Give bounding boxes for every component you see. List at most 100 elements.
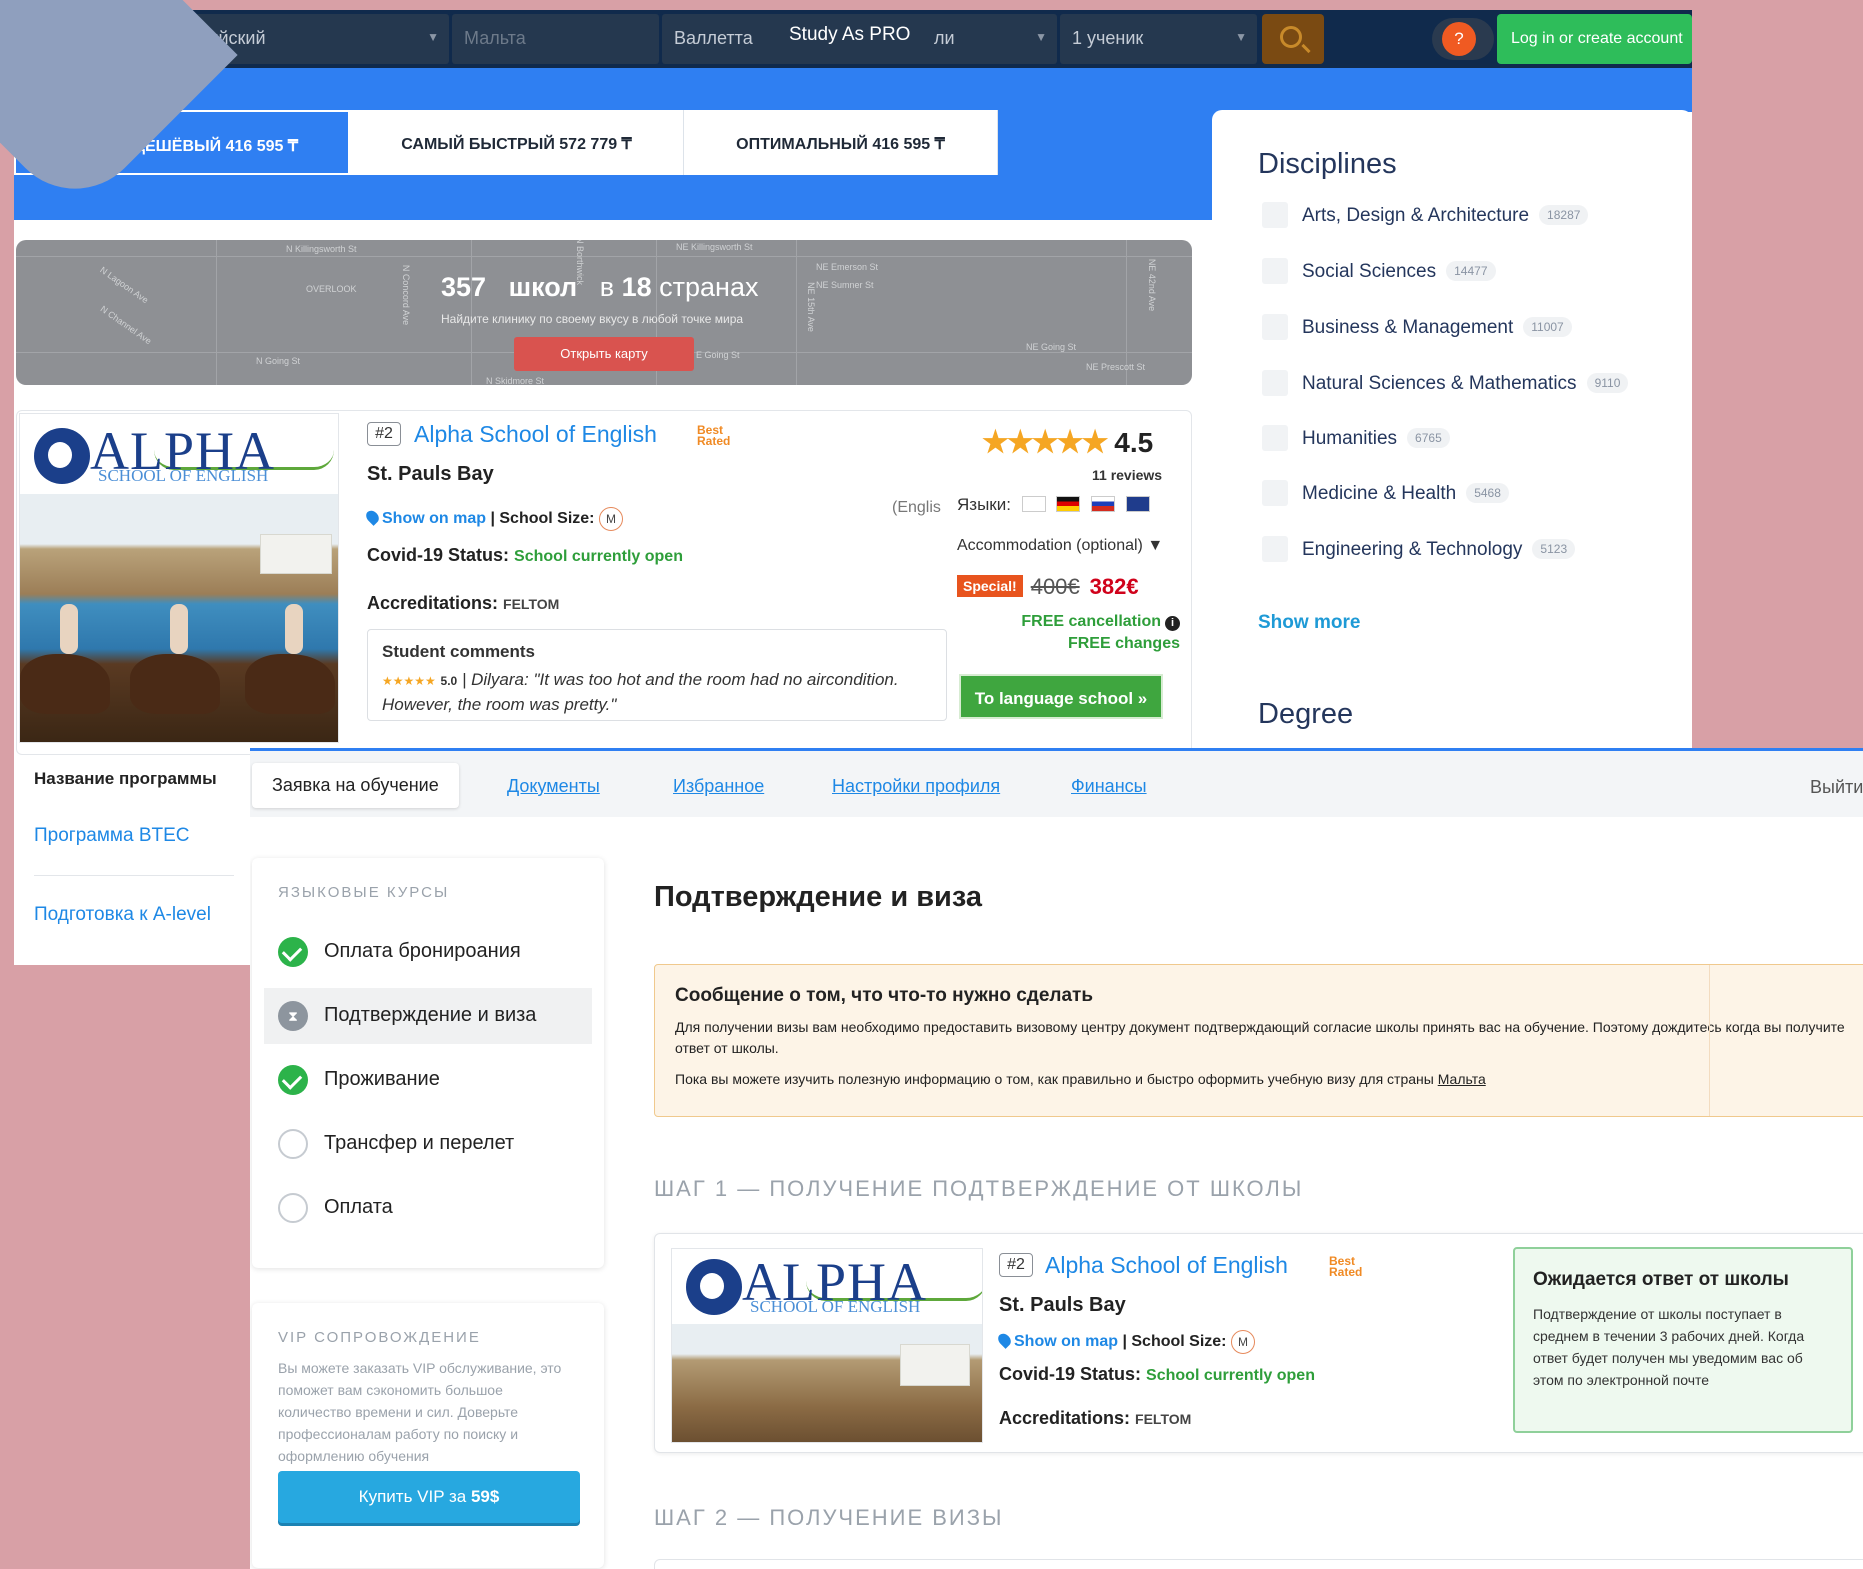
school-card: ALPHA SCHOOL OF ENGLISH #2 Alpha School … [654, 1233, 1863, 1453]
free-terms: FREE cancellation i FREE changes [1002, 611, 1180, 655]
tab-documents[interactable]: Документы [507, 776, 600, 797]
tab-optimal[interactable]: ОПТИМАЛЬНЫЙ 416 595 ₸ [684, 110, 998, 175]
chevron-down-icon: ▼ [427, 30, 439, 44]
badge-line2: Rated [697, 434, 731, 448]
malta-link[interactable]: Мальта [1438, 1071, 1486, 1087]
step-item[interactable]: Проживание [264, 1052, 592, 1108]
students-value: 1 ученик [1072, 28, 1144, 48]
page-title: Подтверждение и виза [654, 881, 983, 913]
students-select[interactable]: 1 ученик ▼ [1060, 14, 1257, 64]
school-name-link[interactable]: Alpha School of English [414, 421, 657, 448]
buy-vip-button[interactable]: Купить VIP за 59$ [278, 1471, 580, 1523]
checkbox[interactable] [1262, 536, 1288, 562]
checkbox[interactable] [1262, 425, 1288, 451]
tab-finances[interactable]: Финансы [1071, 776, 1147, 797]
country-select[interactable]: Мальта [452, 14, 659, 64]
info-icon[interactable]: i [1165, 616, 1180, 631]
discipline-label: Social Sciences [1302, 261, 1437, 282]
map-street-line [216, 240, 217, 385]
step-item[interactable]: Оплата бронироания [264, 924, 592, 980]
vip-text: Вы можете заказать VIP обслуживание, это… [278, 1360, 562, 1464]
student-comments: Student comments ★★★★★ 5.0 | Dilyara: "I… [367, 629, 947, 721]
tab-application[interactable]: Заявка на обучение [252, 763, 459, 808]
program-link[interactable]: Подготовка к A-level [34, 904, 211, 926]
step-label: Оплата бронироания [324, 940, 521, 962]
accreditations-label: Accreditations: [367, 593, 499, 613]
to-language-school-button[interactable]: To language school » [959, 674, 1163, 719]
step-label: Оплата [324, 1196, 393, 1218]
step-item[interactable]: Оплата [264, 1180, 592, 1236]
map-street-label: NE Sumner St [816, 280, 874, 290]
photo-horse [245, 654, 335, 714]
notice-title: Сообщение о том, что что-то нужно сделат… [675, 985, 1094, 1006]
show-more-link[interactable]: Show more [1258, 612, 1360, 634]
search-button[interactable] [1262, 14, 1324, 64]
tab-fastest[interactable]: САМЫЙ БЫСТРЫЙ 572 779 ₸ [350, 110, 684, 175]
discipline-item[interactable]: Business & Management 11007 [1262, 314, 1572, 342]
discipline-item[interactable]: Arts, Design & Architecture 18287 [1262, 202, 1589, 230]
step-item[interactable]: Трансфер и перелет [264, 1116, 592, 1172]
checkbox[interactable] [1262, 370, 1288, 396]
accreditations-line: Accreditations: FELTOM [367, 593, 559, 614]
in-word: в [599, 272, 615, 302]
help-toggle[interactable]: ? [1432, 18, 1494, 60]
program-link[interactable]: Программа BTEC [34, 825, 190, 847]
countries-count: 18 [621, 272, 652, 302]
covid-label: Covid-19 Status: [367, 545, 510, 565]
vip-panel: VIP СОПРОВОЖДЕНИЕ Вы можете заказать VIP… [252, 1303, 604, 1568]
show-on-map-link[interactable]: Show on map [382, 510, 486, 527]
map-headline: 357 школ в 18 странах [441, 272, 758, 303]
checkbox[interactable] [1262, 202, 1288, 228]
map-pin-icon [363, 508, 382, 526]
step-item[interactable]: ⧗ Подтверждение и виза [264, 988, 592, 1044]
map-pin-icon [995, 1331, 1014, 1349]
accreditations-line: Accreditations: FELTOM [999, 1408, 1191, 1429]
school-rank: #2 [999, 1253, 1033, 1277]
cabinet-screenshot: Заявка на обучение Документы Избранное Н… [250, 748, 1863, 1569]
school-size-label: | School Size: [1122, 1333, 1227, 1350]
checkbox[interactable] [1262, 258, 1288, 284]
school-name-link[interactable]: Alpha School of English [1045, 1252, 1288, 1279]
map-street-label: NE Emerson St [816, 262, 879, 272]
map-street-label: E Going St [696, 350, 740, 360]
chevron-down-icon: ▼ [1235, 30, 1247, 44]
awaiting-response-box: Ожидается ответ от школы Подтверждение о… [1513, 1247, 1853, 1433]
discipline-item[interactable]: Social Sciences 14477 [1262, 258, 1496, 286]
discipline-count: 18287 [1539, 205, 1589, 225]
map-street-line [16, 256, 1192, 257]
accreditations-label: Accreditations: [999, 1408, 1131, 1428]
checkbox[interactable] [1262, 314, 1288, 340]
reviews-count[interactable]: 11 reviews [1092, 467, 1162, 483]
map-street-label: OVERLOOK [306, 284, 357, 294]
awaiting-title: Ожидается ответ от школы [1533, 1269, 1789, 1290]
schools-word: школ [508, 272, 578, 302]
discipline-item[interactable]: Natural Sciences & Mathematics 9110 [1262, 370, 1629, 398]
map-street-label: N Channel Ave [98, 303, 154, 347]
discipline-item[interactable]: Medicine & Health 5468 [1262, 480, 1509, 508]
notice-text: Для получении визы вам необходимо предос… [675, 1019, 1845, 1056]
photo-rider [285, 604, 303, 654]
open-map-button[interactable]: Открыть карту [514, 337, 694, 371]
discipline-count: 5123 [1532, 539, 1576, 559]
notice-text-2: Пока вы можете изучить полезную информац… [675, 1069, 1853, 1090]
tab-profile-settings[interactable]: Настройки профиля [832, 776, 1000, 797]
discipline-count: 14477 [1446, 261, 1496, 281]
comments-title: Student comments [382, 642, 536, 661]
free-changes: FREE changes [1067, 635, 1180, 652]
school-location-line: Show on map | School Size: M [363, 507, 623, 531]
comment-text: | Dilyara: "It was too hot and the room … [382, 670, 899, 714]
rating-stars-icon: ★★★★★ [982, 426, 1108, 459]
discipline-count: 6765 [1407, 428, 1450, 448]
logout-link[interactable]: Выйти [1810, 777, 1863, 798]
accommodation-select[interactable]: Accommodation (optional) ▼ [957, 537, 1163, 555]
comment-body: ★★★★★ 5.0 | Dilyara: "It was too hot and… [382, 668, 932, 717]
school-city: St. Pauls Bay [999, 1294, 1126, 1316]
tab-favorites[interactable]: Избранное [673, 776, 764, 797]
discipline-item[interactable]: Humanities 6765 [1262, 425, 1450, 453]
checkbox[interactable] [1262, 480, 1288, 506]
map-street-label: N Concord Ave [401, 264, 412, 326]
login-button[interactable]: Log in or create account [1497, 14, 1692, 64]
show-on-map-link[interactable]: Show on map [1014, 1333, 1118, 1350]
discipline-item[interactable]: Engineering & Technology 5123 [1262, 536, 1576, 564]
vip-title: VIP СОПРОВОЖДЕНИЕ [278, 1329, 481, 1346]
